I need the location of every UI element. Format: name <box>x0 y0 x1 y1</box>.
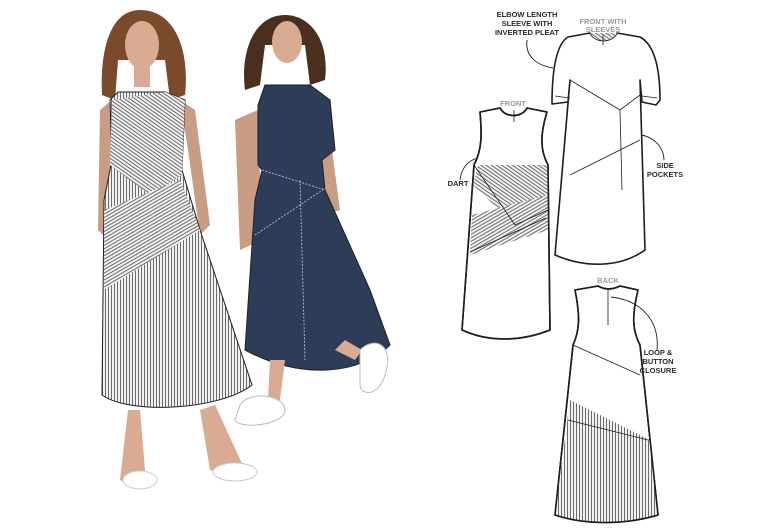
front-with-sleeves-label-2: SLEEVES <box>586 25 621 34</box>
flat-front-with-sleeves <box>551 32 661 265</box>
closure-label-2: BUTTON <box>642 357 673 366</box>
sleeve-label-2: SLEEVE WITH <box>502 19 553 28</box>
model-striped-dress <box>98 10 258 490</box>
back-label: BACK <box>597 276 619 285</box>
closure-label-3: CLOSURE <box>640 366 677 375</box>
sleeve-arrow <box>526 39 554 69</box>
illustration-canvas: ELBOW LENGTH SLEEVE WITH INVERTED PLEAT … <box>98 10 683 524</box>
front-label: FRONT <box>500 99 526 108</box>
sleeve-label-1: ELBOW LENGTH <box>497 10 558 19</box>
flat-front <box>461 107 551 340</box>
pockets-arrow <box>641 134 665 161</box>
side-pockets-label-1: SIDE <box>656 161 674 170</box>
flat-back <box>554 285 659 524</box>
sleeve-label-3: INVERTED PLEAT <box>495 28 559 37</box>
face <box>125 21 159 69</box>
model-navy-dress <box>234 15 391 426</box>
face <box>272 21 302 63</box>
dart-label: DART <box>448 179 469 188</box>
pattern-illustration: ELBOW LENGTH SLEEVE WITH INVERTED PLEAT … <box>0 0 768 530</box>
closure-label-1: LOOP & <box>644 348 673 357</box>
side-pockets-label-2: POCKETS <box>647 170 683 179</box>
